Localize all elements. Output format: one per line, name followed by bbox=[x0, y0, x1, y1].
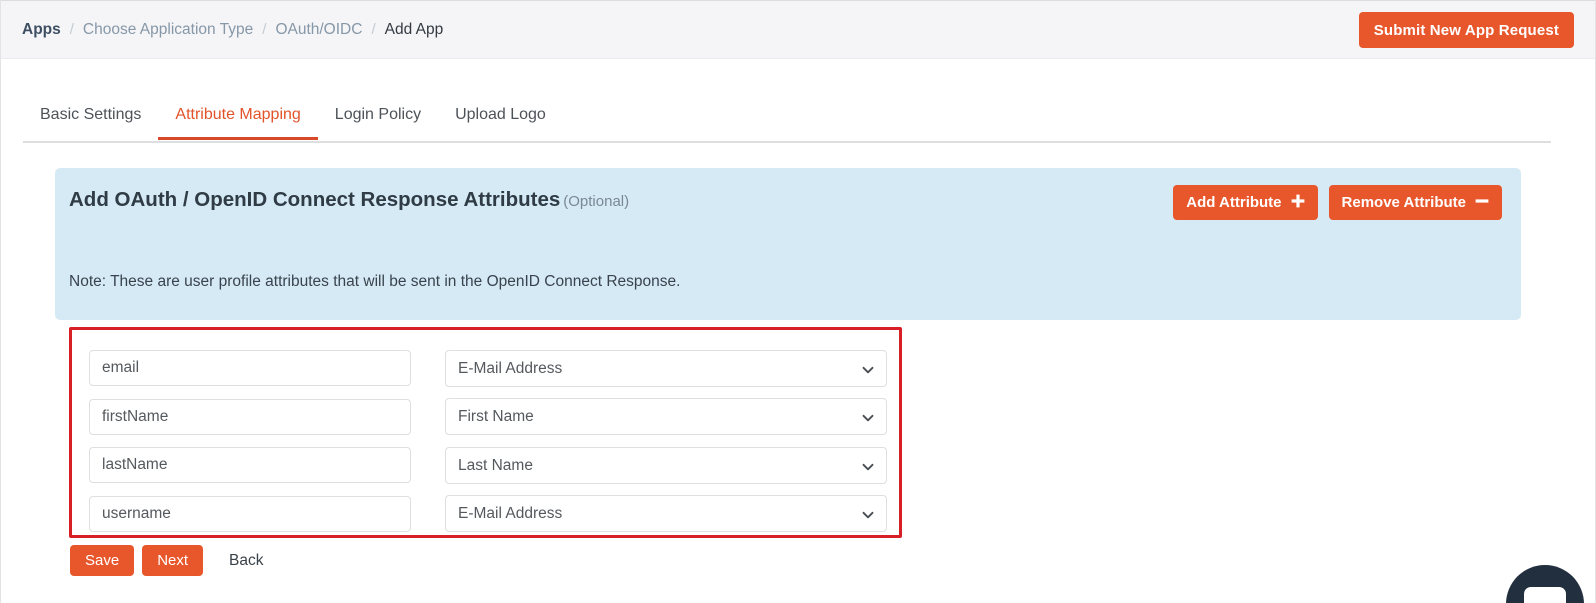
breadcrumb: Apps / Choose Application Type / OAuth/O… bbox=[22, 21, 443, 39]
tab-basic-settings[interactable]: Basic Settings bbox=[23, 106, 158, 140]
tab-login-policy[interactable]: Login Policy bbox=[318, 106, 438, 140]
info-panel-heading-text: Add OAuth / OpenID Connect Response Attr… bbox=[69, 188, 561, 211]
add-attribute-button[interactable]: Add Attribute bbox=[1173, 185, 1318, 220]
attribute-mapping-row: E-Mail Address bbox=[89, 344, 889, 393]
application-page: Apps / Choose Application Type / OAuth/O… bbox=[0, 0, 1596, 603]
info-panel-heading: Add OAuth / OpenID Connect Response Attr… bbox=[69, 188, 629, 212]
attribute-action-buttons: Add Attribute Remove Attribute bbox=[1173, 185, 1502, 220]
attribute-name-input-email[interactable] bbox=[89, 350, 411, 387]
attribute-mapping-rows: E-Mail Address First Name bbox=[89, 344, 889, 538]
remove-attribute-label: Remove Attribute bbox=[1341, 194, 1466, 211]
tab-bar: Basic Settings Attribute Mapping Login P… bbox=[1, 96, 1595, 140]
add-attribute-label: Add Attribute bbox=[1186, 194, 1282, 211]
attribute-value-select-lastname[interactable]: Last Name bbox=[445, 446, 887, 484]
attribute-mapping-row: Last Name bbox=[89, 441, 889, 490]
breadcrumb-separator: / bbox=[69, 21, 74, 38]
breadcrumb-separator: / bbox=[262, 21, 267, 38]
tab-attribute-mapping[interactable]: Attribute Mapping bbox=[158, 106, 318, 140]
back-link[interactable]: Back bbox=[229, 552, 263, 570]
breadcrumb-separator: / bbox=[371, 21, 376, 38]
remove-attribute-button[interactable]: Remove Attribute bbox=[1328, 185, 1502, 220]
attribute-mapping-row: E-Mail Address bbox=[89, 490, 889, 539]
tab-list: Basic Settings Attribute Mapping Login P… bbox=[23, 96, 1595, 140]
minus-icon bbox=[1475, 194, 1489, 212]
attribute-value-select-wrapper-firstname: First Name bbox=[445, 398, 887, 436]
tab-divider bbox=[23, 141, 1551, 143]
plus-icon bbox=[1291, 194, 1305, 212]
info-panel-note: Note: These are user profile attributes … bbox=[69, 273, 681, 290]
attribute-value-select-email[interactable]: E-Mail Address bbox=[445, 349, 887, 387]
breadcrumb-item-choose-application-type[interactable]: Choose Application Type bbox=[83, 21, 253, 39]
attribute-name-input-lastname[interactable] bbox=[89, 447, 411, 484]
attribute-value-select-firstname[interactable]: First Name bbox=[445, 398, 887, 436]
attribute-name-input-firstname[interactable] bbox=[89, 398, 411, 435]
breadcrumb-item-add-app: Add App bbox=[384, 20, 444, 38]
attribute-mapping-row: First Name bbox=[89, 393, 889, 442]
info-panel-heading-optional: (Optional) bbox=[563, 193, 630, 210]
chat-bot-face bbox=[1524, 587, 1566, 603]
attribute-value-select-username[interactable]: E-Mail Address bbox=[445, 495, 887, 533]
breadcrumb-item-oauth-oidc[interactable]: OAuth/OIDC bbox=[275, 21, 362, 39]
response-attributes-info-panel: Add OAuth / OpenID Connect Response Attr… bbox=[55, 168, 1521, 320]
breadcrumb-item-apps[interactable]: Apps bbox=[22, 21, 61, 39]
next-button[interactable]: Next bbox=[142, 545, 204, 576]
attribute-value-select-wrapper-username: E-Mail Address bbox=[445, 495, 887, 533]
save-button[interactable]: Save bbox=[70, 545, 135, 576]
chat-bot-icon[interactable] bbox=[1506, 565, 1584, 603]
attribute-value-select-wrapper-email: E-Mail Address bbox=[445, 349, 887, 387]
submit-new-app-request-button[interactable]: Submit New App Request bbox=[1358, 12, 1574, 48]
breadcrumb-bar: Apps / Choose Application Type / OAuth/O… bbox=[1, 0, 1595, 59]
attribute-name-input-username[interactable] bbox=[89, 495, 411, 532]
tab-upload-logo[interactable]: Upload Logo bbox=[438, 106, 563, 140]
attribute-value-select-wrapper-lastname: Last Name bbox=[445, 446, 887, 484]
form-footer-actions: Save Next Back bbox=[70, 545, 264, 576]
